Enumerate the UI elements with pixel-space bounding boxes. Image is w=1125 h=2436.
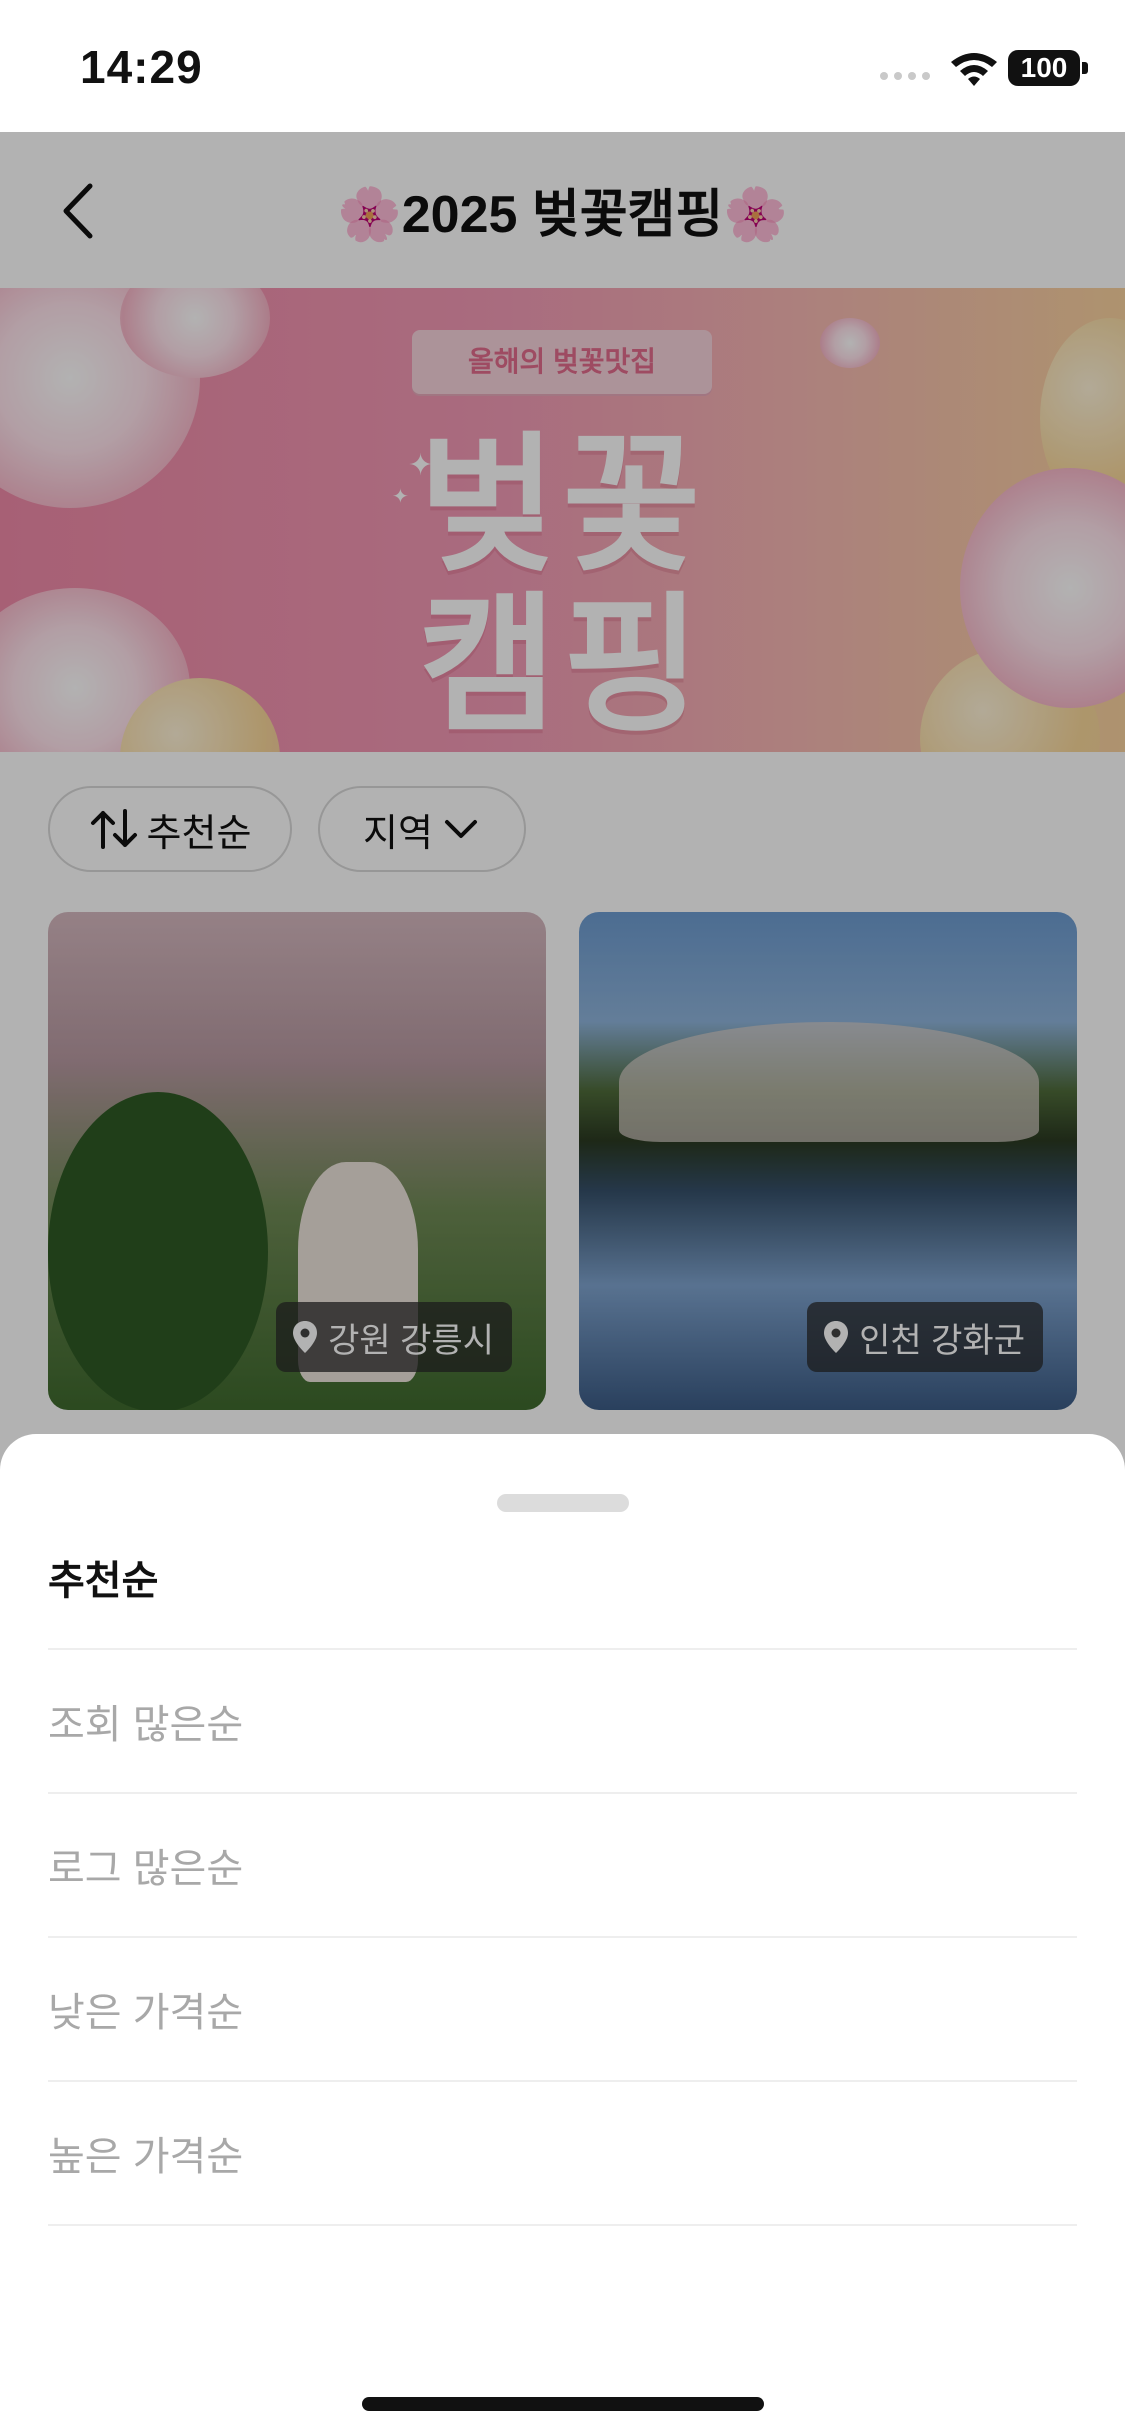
sort-option-highest-price[interactable]: 높은 가격순 xyxy=(48,2082,1077,2226)
sort-option-lowest-price[interactable]: 낮은 가격순 xyxy=(48,1938,1077,2082)
wifi-icon xyxy=(951,53,997,86)
sort-option-most-logs[interactable]: 로그 많은순 xyxy=(48,1794,1077,1938)
sort-option-recommended[interactable]: 추천순 xyxy=(48,1506,1077,1650)
status-bar: 14:29 100 xyxy=(0,0,1125,132)
status-time: 14:29 xyxy=(80,41,203,93)
sort-option-most-viewed[interactable]: 조회 많은순 xyxy=(48,1650,1077,1794)
sort-bottom-sheet: 추천순 조회 많은순 로그 많은순 낮은 가격순 높은 가격순 xyxy=(0,1434,1125,2436)
cellular-signal-icon xyxy=(880,72,930,80)
home-indicator[interactable] xyxy=(362,2397,764,2411)
battery-icon: 100 xyxy=(1008,50,1080,86)
battery-cap xyxy=(1082,62,1088,74)
